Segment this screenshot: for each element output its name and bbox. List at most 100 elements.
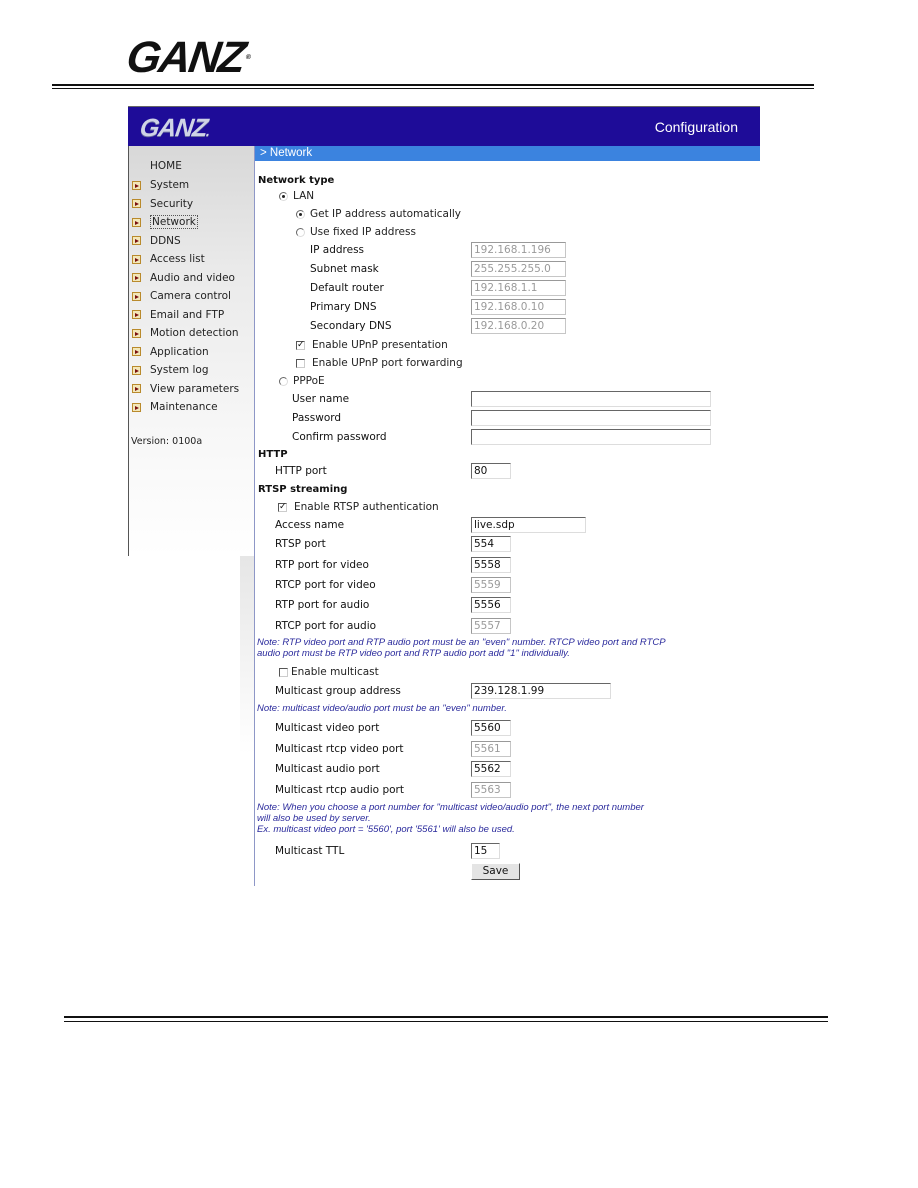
rtsp-port-field[interactable]: 554 <box>471 536 511 552</box>
sidebar-item-label: Application <box>150 345 209 358</box>
sidebar-item-label: System log <box>150 364 209 376</box>
rtcp-audio-port-field[interactable]: 5557 <box>471 618 511 634</box>
confirm-password-label: Confirm password <box>292 431 387 443</box>
sidebar: HOME System Security Network DDNS Access… <box>128 146 254 556</box>
multicast-checkbox[interactable] <box>279 667 288 677</box>
user-name-field[interactable] <box>471 391 711 407</box>
rtp-note-line2: audio port must be RTP video port and RT… <box>257 648 570 659</box>
default-router-field[interactable]: 192.168.1.1 <box>471 280 566 296</box>
sidebar-item-maintenance[interactable]: Maintenance <box>129 398 218 416</box>
expand-arrow-icon <box>132 310 141 319</box>
confirm-password-field[interactable] <box>471 429 711 445</box>
multicast-rtcp-video-port-field[interactable]: 5561 <box>471 741 511 757</box>
ganz-page-logo: GANZ® <box>124 33 253 82</box>
auto-ip-radio-option[interactable]: Get IP address automatically <box>296 206 461 222</box>
auto-ip-label: Get IP address automatically <box>310 208 461 220</box>
fixed-ip-label: Use fixed IP address <box>310 226 416 238</box>
sidebar-item-system-log[interactable]: System log <box>129 361 209 379</box>
primary-dns-label: Primary DNS <box>310 301 377 313</box>
sidebar-item-label: Audio and video <box>150 271 235 284</box>
lan-radio[interactable] <box>279 191 288 201</box>
sidebar-item-label: Security <box>150 197 194 210</box>
pppoe-label: PPPoE <box>293 375 325 387</box>
rtp-audio-port-field[interactable]: 5556 <box>471 597 511 613</box>
sidebar-item-label: Maintenance <box>150 401 218 413</box>
app-logo-text: GANZ <box>138 114 209 142</box>
config-screenshot: GANZ. Configuration HOME System Security… <box>128 106 760 886</box>
expand-arrow-icon <box>132 180 141 190</box>
expand-arrow-icon <box>132 402 141 412</box>
lan-label: LAN <box>293 190 315 202</box>
rtp-video-port-field[interactable]: 5558 <box>471 557 511 573</box>
logo-text: GANZ <box>123 33 248 82</box>
sidebar-item-motion-detection[interactable]: Motion detection <box>129 324 239 342</box>
secondary-dns-label: Secondary DNS <box>310 320 392 332</box>
port-note-line2: will also be used by server. <box>257 813 371 824</box>
primary-dns-field[interactable]: 192.168.0.10 <box>471 299 566 315</box>
rtcp-audio-port-label: RTCP port for audio <box>275 620 377 632</box>
network-settings-form: Network type LAN Get IP address automati… <box>255 161 760 886</box>
sidebar-item-ddns[interactable]: DDNS <box>129 232 181 250</box>
default-router-label: Default router <box>310 282 384 294</box>
sidebar-item-view-parameters[interactable]: View parameters <box>129 380 239 398</box>
upnp-presentation-label: Enable UPnP presentation <box>312 339 448 351</box>
rtsp-auth-checkbox[interactable]: ✓ <box>278 502 287 512</box>
ip-address-field[interactable]: 192.168.1.196 <box>471 242 566 258</box>
multicast-rtcp-audio-port-label: Multicast rtcp audio port <box>275 784 404 796</box>
http-port-label: HTTP port <box>275 465 327 477</box>
app-header: GANZ. Configuration <box>128 106 760 146</box>
multicast-audio-port-field[interactable]: 5562 <box>471 761 511 777</box>
app-title: Configuration <box>654 119 738 135</box>
sidebar-item-label: System <box>150 179 190 191</box>
multicast-group-address-label: Multicast group address <box>275 685 401 697</box>
sidebar-item-label: HOME <box>150 160 182 172</box>
sidebar-item-label: View parameters <box>150 382 240 395</box>
rtcp-video-port-field[interactable]: 5559 <box>471 577 511 593</box>
multicast-audio-port-label: Multicast audio port <box>275 763 380 775</box>
multicast-video-port-label: Multicast video port <box>275 722 380 734</box>
rtsp-auth-option[interactable]: ✓ Enable RTSP authentication <box>278 499 439 515</box>
fixed-ip-radio-option[interactable]: Use fixed IP address <box>296 224 416 240</box>
expand-arrow-icon <box>132 236 141 245</box>
auto-ip-radio[interactable] <box>296 209 305 219</box>
http-port-field[interactable]: 80 <box>471 463 511 479</box>
sidebar-item-network[interactable]: Network <box>129 213 198 231</box>
subnet-mask-field[interactable]: 255.255.255.0 <box>471 261 566 277</box>
rtcp-video-port-label: RTCP port for video <box>275 579 376 591</box>
header-rule <box>52 84 814 89</box>
sidebar-shadow <box>240 556 254 886</box>
multicast-option[interactable]: Enable multicast <box>279 664 379 680</box>
sidebar-item-email-ftp[interactable]: Email and FTP <box>129 306 224 324</box>
access-name-field[interactable]: live.sdp <box>471 517 586 533</box>
expand-arrow-icon <box>132 273 141 282</box>
app-logo: GANZ. <box>138 114 212 143</box>
upnp-presentation-checkbox[interactable]: ✓ <box>296 340 305 350</box>
sidebar-item-access-list[interactable]: Access list <box>129 250 205 268</box>
lan-radio-option[interactable]: LAN <box>279 188 314 204</box>
multicast-ttl-field[interactable]: 15 <box>471 843 500 859</box>
pppoe-radio-option[interactable]: PPPoE <box>279 373 325 389</box>
access-name-label: Access name <box>275 519 345 531</box>
sidebar-item-application[interactable]: Application <box>129 343 209 361</box>
multicast-ttl-label: Multicast TTL <box>275 845 345 857</box>
expand-arrow-icon <box>132 365 141 375</box>
multicast-group-address-field[interactable]: 239.128.1.99 <box>471 683 611 699</box>
upnp-port-forwarding-checkbox[interactable] <box>296 358 305 368</box>
fixed-ip-radio[interactable] <box>296 227 305 237</box>
sidebar-item-audio-video[interactable]: Audio and video <box>129 269 235 287</box>
save-button[interactable]: Save <box>471 863 520 880</box>
secondary-dns-field[interactable]: 192.168.0.20 <box>471 318 566 334</box>
sidebar-item-home[interactable]: HOME <box>150 157 182 175</box>
sidebar-item-system[interactable]: System <box>129 176 189 194</box>
sidebar-item-security[interactable]: Security <box>129 195 193 213</box>
multicast-video-port-field[interactable]: 5560 <box>471 720 511 736</box>
upnp-presentation-option[interactable]: ✓ Enable UPnP presentation <box>296 337 448 353</box>
sidebar-item-camera-control[interactable]: Camera control <box>129 287 231 305</box>
multicast-rtcp-audio-port-field[interactable]: 5563 <box>471 782 511 798</box>
pppoe-radio[interactable] <box>279 376 288 386</box>
sidebar-item-label: Network <box>150 215 198 229</box>
rtp-note-line1: Note: RTP video port and RTP audio port … <box>257 637 666 648</box>
upnp-port-forwarding-option[interactable]: Enable UPnP port forwarding <box>296 355 463 371</box>
multicast-label: Enable multicast <box>291 666 379 678</box>
password-field[interactable] <box>471 410 711 426</box>
